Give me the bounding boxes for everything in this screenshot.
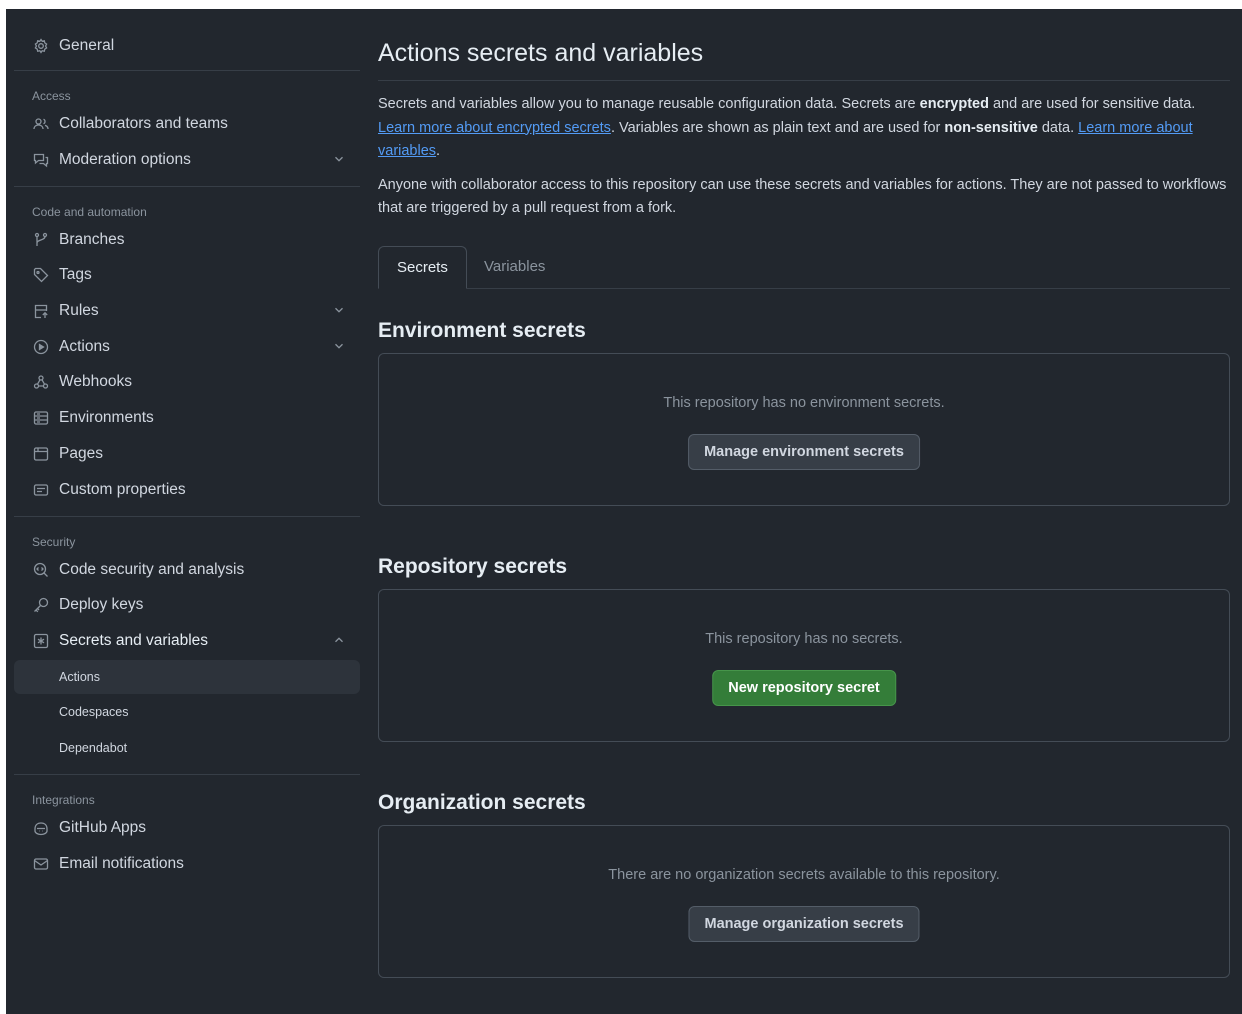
repository-secrets-heading: Repository secrets — [378, 554, 568, 578]
gear-icon — [32, 37, 50, 55]
people-icon — [32, 115, 50, 133]
asterisk-box-icon — [32, 632, 50, 650]
sidebar-item-tags[interactable]: Tags — [14, 258, 360, 292]
sidebar-item-rules[interactable]: Rules — [14, 294, 360, 328]
repo-push-icon — [32, 302, 50, 320]
organization-secrets-heading: Organization secrets — [378, 790, 586, 814]
settings-page: General Access Collaborators and teams M… — [6, 9, 1242, 1014]
sidebar-subitem-codespaces[interactable]: Codespaces — [14, 695, 360, 729]
sidebar-item-label: Collaborators and teams — [59, 115, 228, 132]
sidebar-item-label: Actions — [59, 337, 110, 355]
sidebar-item-branches[interactable]: Branches — [14, 223, 360, 257]
section-label-access: Access — [32, 89, 71, 103]
sidebar-item-label: Environments — [59, 409, 154, 427]
empty-state-message: This repository has no environment secre… — [663, 394, 945, 411]
sidebar-item-actions[interactable]: Actions — [14, 330, 360, 364]
new-repository-secret-button[interactable]: New repository secret — [712, 669, 896, 706]
sidebar-item-label: Email notifications — [59, 854, 184, 872]
sidebar-item-label: Moderation options — [59, 150, 191, 168]
sidebar-item-label: Actions — [59, 669, 100, 684]
sidebar-item-label: GitHub Apps — [59, 818, 147, 836]
chevron-down-icon[interactable] — [332, 339, 346, 353]
text: . — [436, 143, 441, 159]
comment-discussion-icon — [32, 151, 50, 169]
page-title: Actions secrets and variables — [378, 39, 704, 67]
sidebar-item-moderation[interactable]: Moderation options — [14, 143, 360, 177]
manage-organization-secrets-button[interactable]: Manage organization secrets — [688, 905, 920, 942]
sidebar-item-label: Deploy keys — [59, 596, 144, 614]
webhook-icon — [32, 373, 50, 391]
sidebar-subitem-actions[interactable]: Actions — [14, 659, 360, 694]
text: and are used for sensitive data. — [988, 96, 1196, 112]
organization-secrets-box: There are no organization secrets availa… — [378, 824, 1230, 978]
mail-icon — [32, 855, 50, 873]
description: Secrets and variables allow you to manag… — [378, 93, 1230, 221]
learn-more-secrets-link[interactable]: Learn more about encrypted secrets — [378, 120, 611, 136]
text: data. — [1037, 119, 1079, 136]
settings-sidebar: General Access Collaborators and teams M… — [14, 29, 360, 882]
sidebar-item-label: Codespaces — [59, 705, 129, 720]
note-icon — [32, 481, 50, 499]
sidebar-item-label: Webhooks — [59, 373, 132, 391]
tab-bar: Secrets Variables — [378, 245, 1230, 289]
divider — [378, 80, 1230, 81]
tab-secrets[interactable]: Secrets — [378, 245, 467, 289]
sidebar-item-label: Secrets and variables — [59, 631, 209, 649]
chevron-down-icon[interactable] — [332, 303, 346, 317]
sidebar-item-label: Dependabot — [59, 740, 128, 755]
sidebar-item-label: Branches — [59, 230, 125, 248]
sidebar-item-label: Code security and analysis — [59, 560, 245, 578]
codescan-icon — [32, 561, 50, 579]
emphasis-text: non-sensitive — [944, 119, 1038, 136]
chevron-down-icon[interactable] — [332, 152, 346, 166]
sidebar-item-label: Pages — [59, 444, 103, 462]
key-icon — [32, 596, 50, 614]
empty-state-message: There are no organization secrets availa… — [608, 866, 1000, 883]
sidebar-item-label: Custom properties — [59, 480, 186, 498]
sidebar-item-webhooks[interactable]: Webhooks — [14, 365, 360, 399]
sidebar-subitem-dependabot[interactable]: Dependabot — [14, 731, 360, 765]
sidebar-item-label: Rules — [59, 302, 99, 320]
section-label-security: Security — [32, 534, 76, 549]
sidebar-item-collaborators[interactable]: Collaborators and teams — [14, 107, 360, 141]
section-label-code: Code and automation — [32, 204, 147, 219]
divider — [14, 185, 360, 187]
divider — [14, 773, 360, 775]
description-paragraph: Anyone with collaborator access to this … — [378, 176, 1227, 217]
environment-secrets-heading: Environment secrets — [378, 318, 586, 342]
sidebar-item-label: Tags — [59, 266, 92, 284]
divider — [14, 70, 360, 71]
copilot-icon — [32, 819, 50, 837]
play-icon — [32, 338, 50, 356]
sidebar-item-label: General — [59, 37, 115, 54]
git-branch-icon — [32, 231, 50, 249]
manage-environment-secrets-button[interactable]: Manage environment secrets — [688, 433, 920, 470]
emphasis-text: encrypted — [919, 96, 989, 112]
section-label-integrations: Integrations — [32, 792, 95, 807]
sidebar-item-pages[interactable]: Pages — [14, 437, 360, 471]
environment-secrets-box: This repository has no environment secre… — [378, 352, 1230, 506]
sidebar-item-email-notifications[interactable]: Email notifications — [14, 847, 360, 881]
sidebar-item-general[interactable]: General — [14, 29, 360, 63]
server-icon — [32, 409, 50, 427]
text: . Variables are shown as plain text and … — [610, 119, 945, 136]
chevron-up-icon[interactable] — [332, 633, 346, 647]
sidebar-item-custom-properties[interactable]: Custom properties — [14, 473, 360, 507]
browser-icon — [32, 445, 50, 463]
empty-state-message: This repository has no secrets. — [705, 630, 903, 647]
repository-secrets-box: This repository has no secrets. New repo… — [378, 588, 1230, 742]
sidebar-item-environments[interactable]: Environments — [14, 401, 360, 435]
text: Secrets and variables allow you to manag… — [378, 96, 920, 112]
tag-icon — [32, 266, 50, 284]
sidebar-item-github-apps[interactable]: GitHub Apps — [14, 811, 360, 845]
sidebar-item-code-security[interactable]: Code security and analysis — [14, 553, 360, 587]
divider — [14, 515, 360, 517]
description-paragraph: Secrets and variables allow you to manag… — [378, 93, 1230, 164]
sidebar-item-deploy-keys[interactable]: Deploy keys — [14, 588, 360, 622]
sidebar-item-secrets-variables[interactable]: Secrets and variables — [14, 624, 360, 658]
main-content: Actions secrets and variables Secrets an… — [378, 9, 1230, 978]
tab-variables[interactable]: Variables — [466, 246, 563, 288]
